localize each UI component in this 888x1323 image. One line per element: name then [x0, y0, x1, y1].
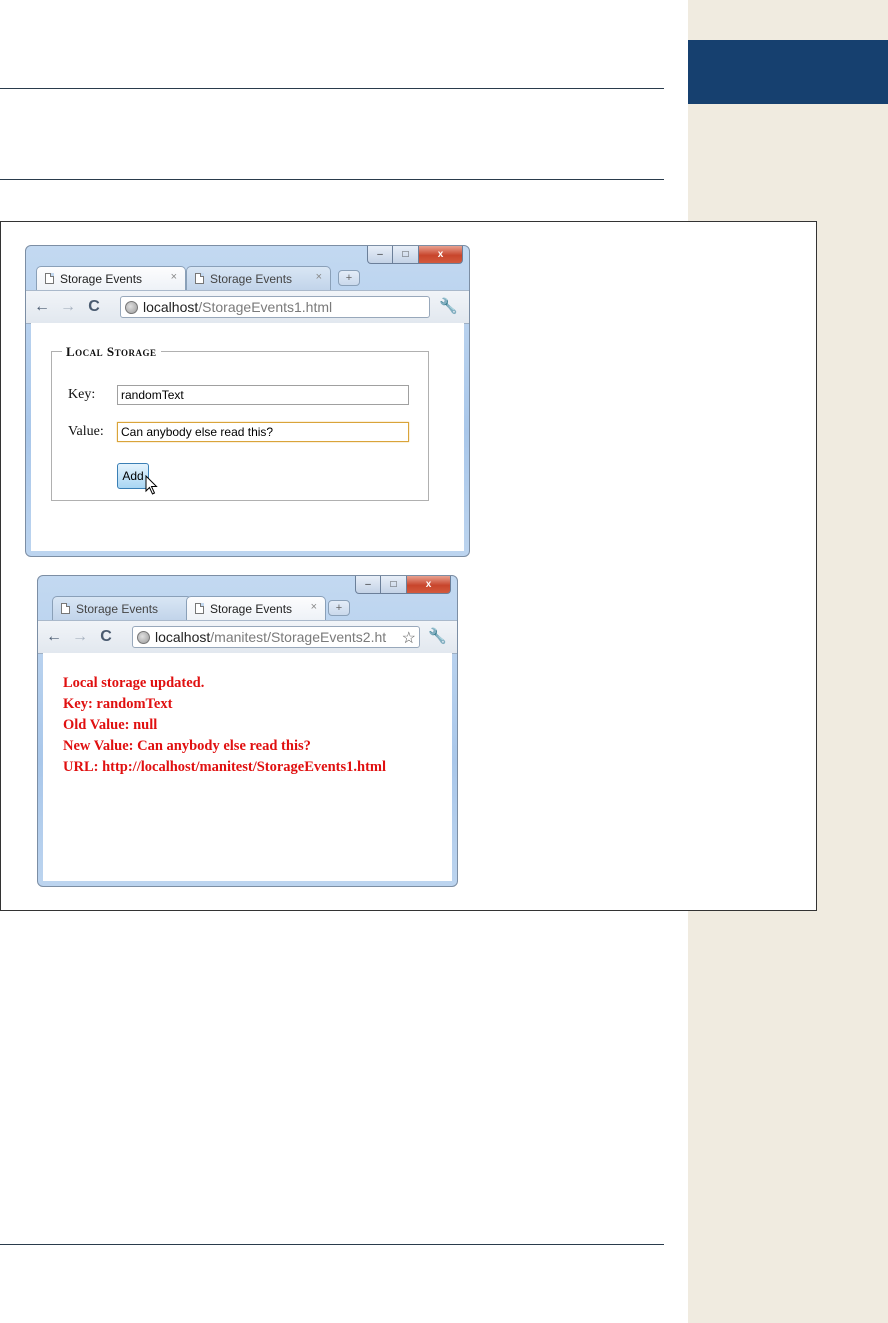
close-tab-icon[interactable]: × [311, 601, 317, 613]
browser-toolbar: ← → C localhost/StorageEvents1.html 🔧 [26, 290, 469, 324]
window-controls: – □ x [367, 246, 463, 266]
tab-storage-events-2[interactable]: Storage Events × [186, 266, 331, 290]
sidebar-tab [688, 40, 888, 104]
globe-icon [125, 300, 138, 314]
address-host: localhost [155, 629, 211, 645]
maximize-button[interactable]: □ [381, 576, 407, 594]
fieldset-legend: Local Storage [62, 344, 161, 360]
back-icon[interactable]: ← [32, 298, 52, 316]
header-rule-top [0, 88, 664, 89]
tab-label: Storage Events [60, 271, 143, 286]
message-line: Key: randomText [63, 696, 173, 712]
close-window-button[interactable]: x [419, 246, 463, 264]
wrench-icon[interactable]: 🔧 [439, 297, 458, 315]
address-path: /manitest/StorageEvents2.ht [210, 629, 387, 645]
browser-window-2: – □ x Storage Events Storage Events × + … [37, 575, 458, 887]
page-icon [195, 273, 204, 284]
tab-storage-events-2[interactable]: Storage Events × [186, 596, 326, 620]
reload-icon[interactable]: C [96, 628, 116, 646]
tab-storage-events-1[interactable]: Storage Events × [36, 266, 186, 290]
local-storage-fieldset: Local Storage Key: randomText Value: Can… [51, 344, 429, 501]
value-label: Value: [68, 424, 104, 439]
page-content: Local Storage Key: randomText Value: Can… [31, 323, 464, 551]
maximize-button[interactable]: □ [393, 246, 419, 264]
minimize-button[interactable]: – [367, 246, 393, 264]
message-line: Old Value: null [63, 717, 158, 733]
page-content: Local storage updated. Key: randomText O… [43, 653, 452, 881]
address-bar[interactable]: localhost/manitest/StorageEvents2.ht ☆ [132, 626, 420, 648]
footer-rule [0, 1244, 664, 1245]
wrench-icon[interactable]: 🔧 [428, 627, 447, 645]
close-window-button[interactable]: x [407, 576, 451, 594]
new-tab-button[interactable]: + [338, 270, 360, 286]
globe-icon [137, 630, 150, 644]
mouse-cursor-icon [145, 475, 158, 495]
forward-icon[interactable]: → [58, 298, 78, 316]
forward-icon[interactable]: → [70, 628, 90, 646]
page-icon [45, 273, 54, 284]
new-tab-button[interactable]: + [328, 600, 350, 616]
page-icon [61, 603, 70, 614]
close-tab-icon[interactable]: × [316, 271, 322, 283]
address-bar[interactable]: localhost/StorageEvents1.html [120, 296, 430, 318]
close-tab-icon[interactable]: × [171, 271, 177, 283]
browser-window-1: – □ x Storage Events × Storage Events × … [25, 245, 470, 557]
reload-icon[interactable]: C [84, 298, 104, 316]
tab-storage-events-1[interactable]: Storage Events [52, 596, 192, 620]
message-line: URL: http://localhost/manitest/StorageEv… [63, 759, 387, 775]
message-line: New Value: Can anybody else read this? [63, 738, 311, 754]
key-input[interactable]: randomText [117, 385, 409, 405]
back-icon[interactable]: ← [44, 628, 64, 646]
tab-label: Storage Events [210, 601, 293, 616]
tab-label: Storage Events [210, 271, 293, 286]
browser-toolbar: ← → C localhost/manitest/StorageEvents2.… [38, 620, 457, 654]
address-path: /StorageEvents1.html [198, 299, 333, 315]
message-line: Local storage updated. [63, 675, 205, 691]
page-icon [195, 603, 204, 614]
key-label: Key: [68, 387, 96, 402]
storage-event-messages: Local storage updated. Key: randomText O… [63, 673, 386, 778]
window-controls: – □ x [355, 576, 451, 596]
bookmark-star-icon[interactable]: ☆ [402, 628, 416, 647]
value-input[interactable]: Can anybody else read this? [117, 422, 409, 442]
address-host: localhost [143, 299, 199, 315]
header-rule-bottom [0, 179, 664, 180]
tab-label: Storage Events [76, 601, 159, 616]
minimize-button[interactable]: – [355, 576, 381, 594]
